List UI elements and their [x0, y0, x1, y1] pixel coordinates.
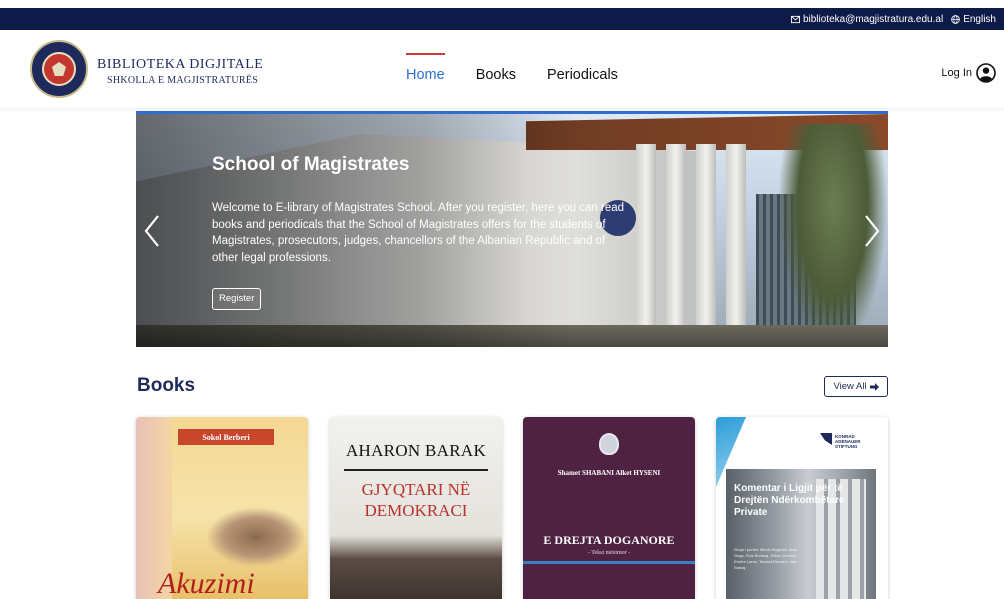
mail-icon: [790, 15, 800, 23]
book-cover-art: [206, 507, 306, 567]
user-avatar-icon: [976, 63, 996, 83]
arrow-right-icon: [869, 382, 879, 391]
hero-pillar: [636, 144, 656, 347]
book-card[interactable]: KONRAD ADENAUER STIFTUNG Komentar i Ligj…: [716, 417, 888, 599]
brand-title: BIBLIOTEKA DIGJITALE: [97, 57, 264, 72]
view-all-label: View All: [833, 381, 867, 392]
book-authors: Shamet SHABANI Alket HYSENI: [557, 469, 661, 477]
cover-divider: [344, 469, 488, 471]
hero-carousel: School of Magistrates Welcome to E-libra…: [136, 111, 888, 347]
hero-description: Welcome to E-library of Magistrates Scho…: [212, 202, 625, 264]
hero-pillar: [666, 144, 686, 347]
publisher-name: KONRAD ADENAUER STIFTUNG: [835, 434, 861, 449]
language-label: English: [963, 13, 996, 25]
book-contributors: Grupi i punës: Mirela Bogdani, Aida Gugu…: [734, 547, 798, 570]
language-selector[interactable]: English: [951, 14, 996, 25]
carousel-next-button[interactable]: [862, 214, 882, 248]
school-logo[interactable]: [30, 40, 88, 98]
top-contact-bar: biblioteka@magjistratura.edu.al English: [0, 8, 1004, 30]
globe-icon: [951, 14, 961, 24]
brand-block[interactable]: BIBLIOTEKA DIGJITALE SHKOLLA E MAGJISTRA…: [97, 57, 263, 86]
nav-periodicals[interactable]: Periodicals: [547, 53, 618, 83]
main-nav: Home Books Periodicals: [406, 53, 618, 83]
book-title: E DREJTA DOGANORE: [543, 533, 675, 547]
chevron-left-icon: [144, 215, 159, 247]
cover-divider: [523, 561, 695, 564]
book-title-line2: DEMOKRACI: [364, 501, 468, 520]
book-card[interactable]: AHARON BARAK GJYQTARI NË DEMOKRACI: [330, 417, 502, 599]
login-button[interactable]: Log In: [941, 63, 996, 83]
publisher-logo: KONRAD ADENAUER STIFTUNG: [820, 433, 872, 449]
brand-subtitle: SHKOLLA E MAGJISTRATURËS: [107, 75, 259, 86]
email-address: biblioteka@magjistratura.edu.al: [802, 13, 944, 25]
book-card[interactable]: Sokol Berberi Akuzimi: [136, 417, 308, 599]
book-title-line1: GJYQTARI NË: [361, 480, 471, 499]
chevron-right-icon: [865, 215, 880, 247]
nav-books[interactable]: Books: [476, 53, 516, 83]
book-title: Komentar i Ligjit për të Drejtën Ndërkom…: [734, 483, 845, 518]
hero-pillar: [696, 144, 716, 347]
view-all-books-button[interactable]: View All: [824, 376, 888, 397]
nav-home[interactable]: Home: [406, 53, 445, 83]
book-author: Sokol Berberi: [178, 429, 274, 445]
emblem-icon: [599, 433, 619, 455]
book-card[interactable]: Shamet SHABANI Alket HYSENI E DREJTA DOG…: [523, 417, 695, 599]
book-title: Akuzimi: [158, 567, 255, 599]
book-author: AHARON BARAK: [345, 441, 487, 460]
carousel-prev-button[interactable]: [142, 214, 162, 248]
login-label: Log In: [941, 67, 972, 79]
hero-pillar: [726, 144, 746, 347]
site-header: BIBLIOTEKA DIGJITALE SHKOLLA E MAGJISTRA…: [0, 30, 1004, 108]
register-button[interactable]: Register: [212, 288, 262, 310]
email-link[interactable]: biblioteka@magjistratura.edu.al: [790, 13, 944, 25]
book-subtitle: - Tekst mësimor -: [587, 550, 631, 556]
books-section-title: Books: [137, 375, 196, 396]
hero-title: School of Magistrates: [212, 154, 410, 175]
